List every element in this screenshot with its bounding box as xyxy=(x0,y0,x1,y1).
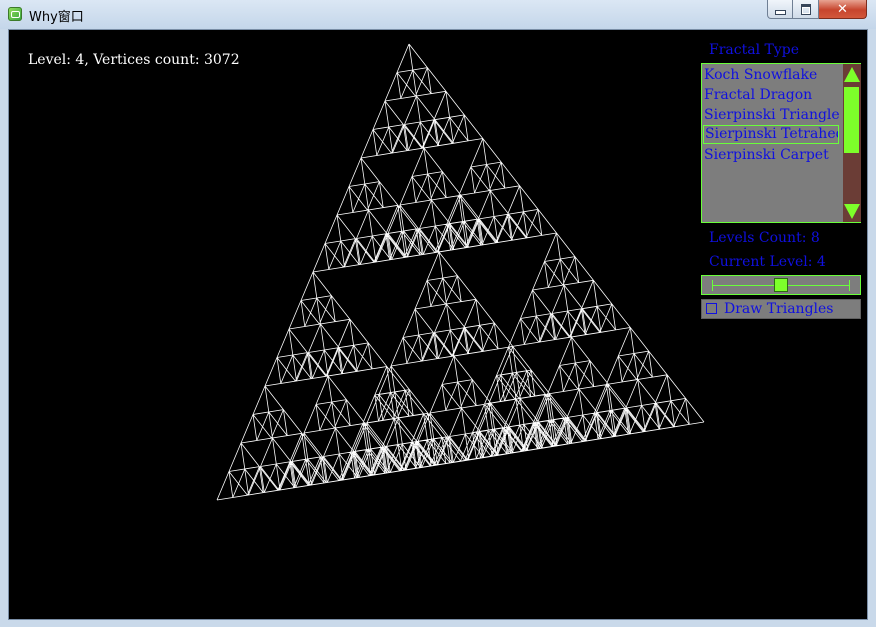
list-item[interactable]: Sierpinski Triangle xyxy=(703,106,840,125)
close-button[interactable]: ✕ xyxy=(819,0,867,19)
window-title: Why窗口 xyxy=(29,10,84,25)
slider-thumb[interactable] xyxy=(774,278,788,292)
app-icon xyxy=(8,7,22,21)
minimize-icon xyxy=(774,9,786,15)
caption-buttons: ✕ xyxy=(767,0,867,19)
fractal-type-listbox[interactable]: Koch Snowflake Fractal Dragon Sierpinski… xyxy=(701,63,861,223)
list-item-selected[interactable]: Sierpinski Tetrahedron xyxy=(703,125,839,144)
list-item[interactable]: Sierpinski Carpet xyxy=(703,146,829,165)
level-slider[interactable] xyxy=(701,275,861,295)
current-level-label: Current Level: 4 xyxy=(709,254,826,270)
minimize-button[interactable] xyxy=(767,0,793,19)
list-item[interactable]: Koch Snowflake xyxy=(703,66,817,85)
title-bar[interactable]: Why窗口 ✕ xyxy=(0,0,876,29)
list-item[interactable]: Fractal Dragon xyxy=(703,86,812,105)
app-window: Why窗口 ✕ Level: 4, Vertices count: 3072 F… xyxy=(0,0,876,627)
scroll-thumb[interactable] xyxy=(844,87,859,153)
slider-tick-min xyxy=(712,280,713,291)
scroll-up-icon[interactable] xyxy=(844,67,860,82)
scroll-down-icon[interactable] xyxy=(844,204,860,219)
levels-count-label: Levels Count: 8 xyxy=(709,230,820,246)
draw-triangles-checkbox[interactable] xyxy=(706,303,717,314)
maximize-button[interactable] xyxy=(793,0,819,19)
list-scrollbar[interactable] xyxy=(843,64,861,222)
close-icon: ✕ xyxy=(837,1,848,17)
fractal-wireframe xyxy=(216,43,705,501)
maximize-icon xyxy=(800,3,811,15)
fractal-type-label: Fractal Type xyxy=(709,42,799,58)
draw-triangles-label: Draw Triangles xyxy=(724,301,834,317)
slider-tick-max xyxy=(849,280,850,291)
status-text: Level: 4, Vertices count: 3072 xyxy=(28,52,240,68)
render-viewport[interactable]: Level: 4, Vertices count: 3072 Fractal T… xyxy=(8,29,868,620)
draw-triangles-option[interactable]: Draw Triangles xyxy=(701,299,861,319)
